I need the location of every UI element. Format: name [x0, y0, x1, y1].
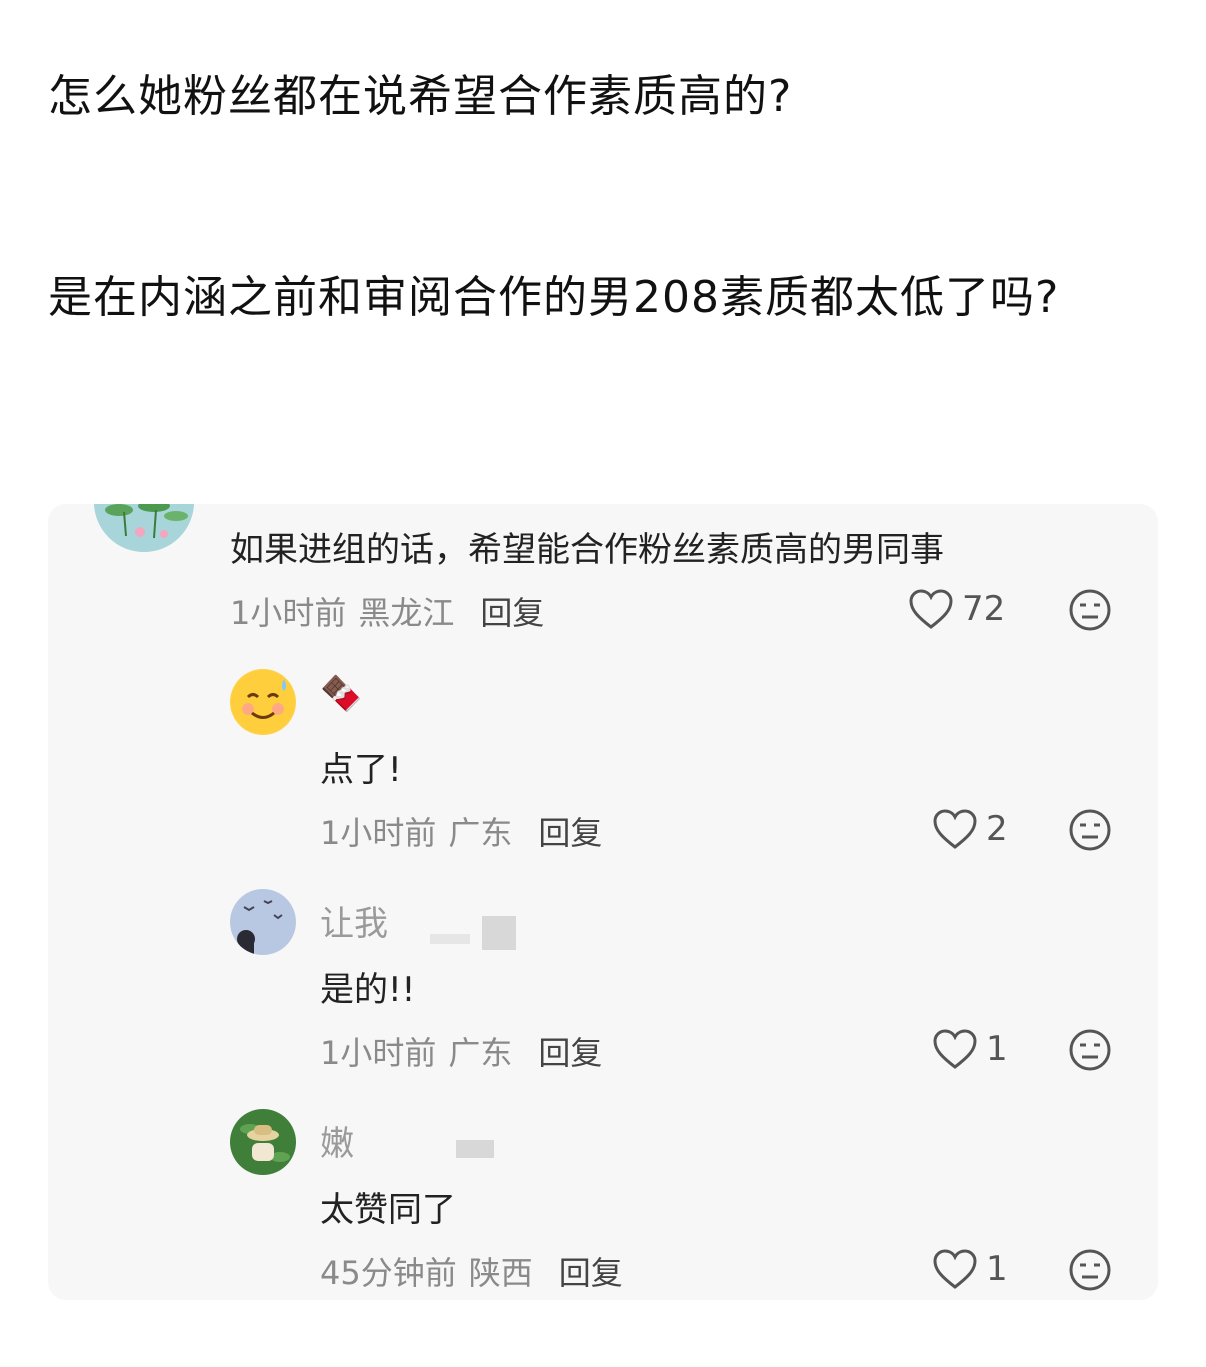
reply-3-meta: 45分钟前 陕西 回复 — [320, 1248, 623, 1294]
reply-1-like-count: 2 — [986, 809, 1008, 849]
heart-outline-icon — [909, 589, 953, 629]
heart-outline-icon — [933, 809, 977, 849]
avatar-lotus[interactable] — [94, 504, 194, 552]
reply-3-username[interactable]: 嫩 — [320, 1116, 354, 1165]
reply-3-region: 陕西 — [468, 1254, 533, 1292]
comment-1-like-count: 72 — [962, 589, 1006, 629]
reply-2-username[interactable]: 让我 — [320, 896, 388, 945]
birds-sky-avatar-image — [230, 889, 296, 955]
heart-outline-icon — [933, 1029, 977, 1069]
neutral-face-icon[interactable] — [1068, 1028, 1112, 1072]
neutral-face-icon[interactable] — [1068, 808, 1112, 852]
lotus-avatar-image — [94, 504, 194, 552]
reply-2-time: 1小时前 — [320, 1034, 437, 1072]
avatar-birds[interactable] — [230, 889, 296, 955]
straw-hat-avatar-image — [230, 1109, 296, 1175]
comment-1-reply-button[interactable]: 回复 — [480, 594, 544, 632]
reply-2-meta: 1小时前 广东 回复 — [320, 1028, 602, 1074]
reply-3-text: 太赞同了 — [320, 1190, 456, 1230]
comment-1-text: 如果进组的话，希望能合作粉丝素质高的男同事 — [230, 530, 944, 570]
comment-1-meta: 1小时前 黑龙江 回复 — [230, 588, 544, 634]
reply-3-time: 45分钟前 — [320, 1254, 457, 1292]
avatar-emoji[interactable] — [230, 669, 296, 735]
reply-1-region: 广东 — [448, 814, 513, 852]
reply-1-meta: 1小时前 广东 回复 — [320, 808, 602, 854]
smiling-sweat-face-icon — [231, 670, 295, 734]
reply-2-text: 是的!! — [320, 970, 416, 1010]
reply-1-time: 1小时前 — [320, 814, 437, 852]
reply-1-like-button[interactable]: 2 — [932, 808, 1008, 850]
reply-2-like-count: 1 — [986, 1029, 1008, 1069]
reply-3-like-count: 1 — [986, 1249, 1008, 1289]
reply-1-reply-button[interactable]: 回复 — [538, 814, 602, 852]
reply-2-reply-button[interactable]: 回复 — [538, 1034, 602, 1072]
username-mosaic — [482, 916, 516, 950]
heart-outline-icon — [933, 1249, 977, 1289]
reply-1-text: 点了! — [320, 750, 402, 790]
neutral-face-icon[interactable] — [1068, 588, 1112, 632]
comment-1-like-button[interactable]: 72 — [908, 588, 1005, 630]
username-mosaic — [456, 1140, 494, 1158]
comment-1-region: 黑龙江 — [358, 594, 455, 632]
neutral-face-icon[interactable] — [1068, 1248, 1112, 1292]
reply-3-like-button[interactable]: 1 — [932, 1248, 1008, 1290]
comment-card: 如果进组的话，希望能合作粉丝素质高的男同事 1小时前 黑龙江 回复 72 🍫 点了!… — [48, 504, 1158, 1300]
comment-1-time: 1小时前 — [230, 594, 347, 632]
username-mosaic — [430, 934, 470, 944]
reply-2-like-button[interactable]: 1 — [932, 1028, 1008, 1070]
reply-3-reply-button[interactable]: 回复 — [559, 1254, 623, 1292]
reply-1-username[interactable]: 🍫 — [320, 674, 362, 714]
avatar-plant[interactable] — [230, 1109, 296, 1175]
post-line-2: 是在内涵之前和审阅合作的男208素质都太低了吗? — [48, 272, 1060, 323]
reply-2-region: 广东 — [448, 1034, 513, 1072]
post-line-1: 怎么她粉丝都在说希望合作素质高的? — [48, 71, 793, 122]
